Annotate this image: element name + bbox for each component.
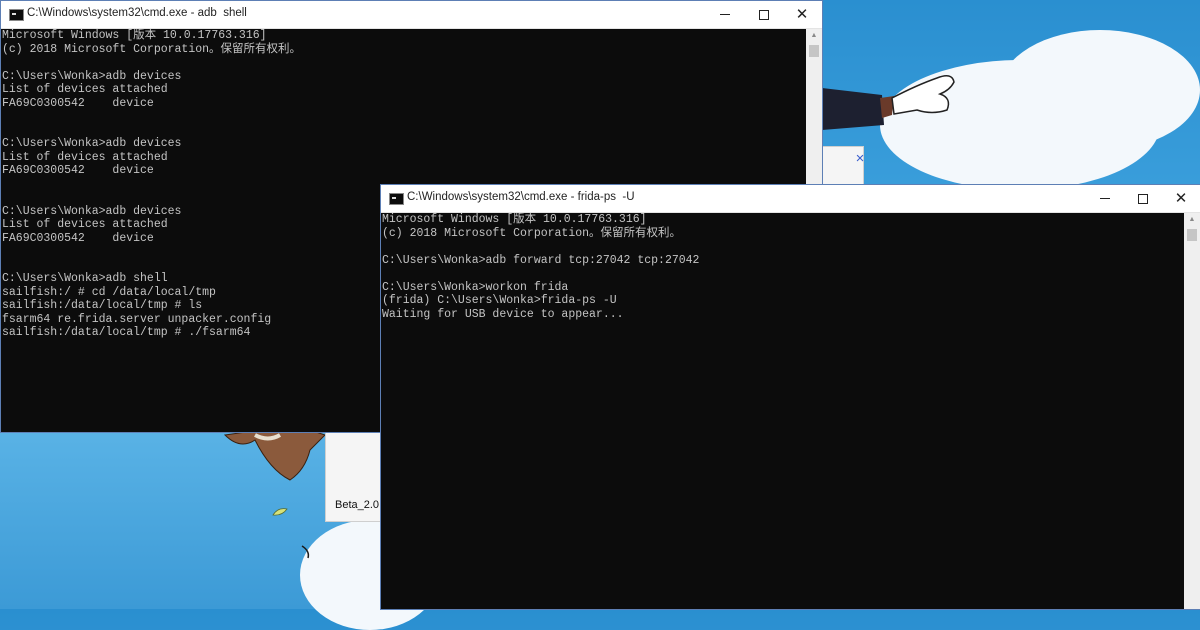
console-line: C:\Users\Wonka>adb devices [2,137,182,150]
console-line: (c) 2018 Microsoft Corporation。保留所有权利。 [2,42,302,56]
console-line: Microsoft Windows [版本 10.0.17763.316] [382,213,647,226]
console-output[interactable]: Microsoft Windows [版本 10.0.17763.316] (c)… [381,213,1184,609]
scroll-up-icon[interactable]: ▲ [1184,215,1200,225]
wallpaper-leaf [301,545,310,559]
console-line: C:\Users\Wonka>workon frida [382,280,569,294]
console-line: (c) 2018 Microsoft Corporation。保留所有权利。 [382,226,682,240]
scrollbar-thumb[interactable] [809,45,819,57]
console-line: FA69C0300542 device [2,164,154,177]
close-icon[interactable]: × [850,149,870,169]
cmd-app-icon [9,9,24,21]
cloud-decoration [1000,30,1200,150]
dialog-separator [822,149,835,169]
console-line: FA69C0300542 device [2,96,154,110]
window-titlebar[interactable]: C:\Windows\system32\cmd.exe - frida-ps -… [381,185,1200,213]
minimize-button[interactable] [1086,185,1124,212]
scrollbar-thumb[interactable] [1187,229,1197,241]
console-line: List of devices attached [2,150,168,164]
wallpaper-bird [223,430,326,481]
minimize-button[interactable] [706,1,744,28]
maximize-button[interactable] [1124,185,1162,212]
close-button[interactable]: ✕ [1162,185,1200,212]
window-title: C:\Windows\system32\cmd.exe - adb shell [27,7,247,19]
wallpaper-leaf [272,508,288,516]
cmd-app-icon [389,193,404,205]
window-title: C:\Windows\system32\cmd.exe - frida-ps -… [407,191,635,203]
scroll-up-icon[interactable]: ▲ [806,31,822,41]
maximize-button[interactable] [745,1,783,28]
console-line: (frida) C:\Users\Wonka>frida-ps -U [382,294,617,307]
cmd-window-frida-ps[interactable]: C:\Windows\system32\cmd.exe - frida-ps -… [381,185,1200,609]
console-line: Waiting for USB device to appear... [382,307,624,321]
console-line: C:\Users\Wonka>adb forward tcp:27042 tcp… [382,253,700,267]
console-line: C:\Users\Wonka>adb devices [2,69,182,83]
window-titlebar[interactable]: C:\Windows\system32\cmd.exe - adb shell … [1,1,822,29]
vertical-scrollbar[interactable]: ▲ [1184,213,1200,609]
wallpaper-character-arm [822,75,955,130]
close-button[interactable]: ✕ [783,1,821,28]
console-line: Microsoft Windows [版本 10.0.17763.316] [2,29,267,42]
console-line: List of devices attached [2,83,168,96]
